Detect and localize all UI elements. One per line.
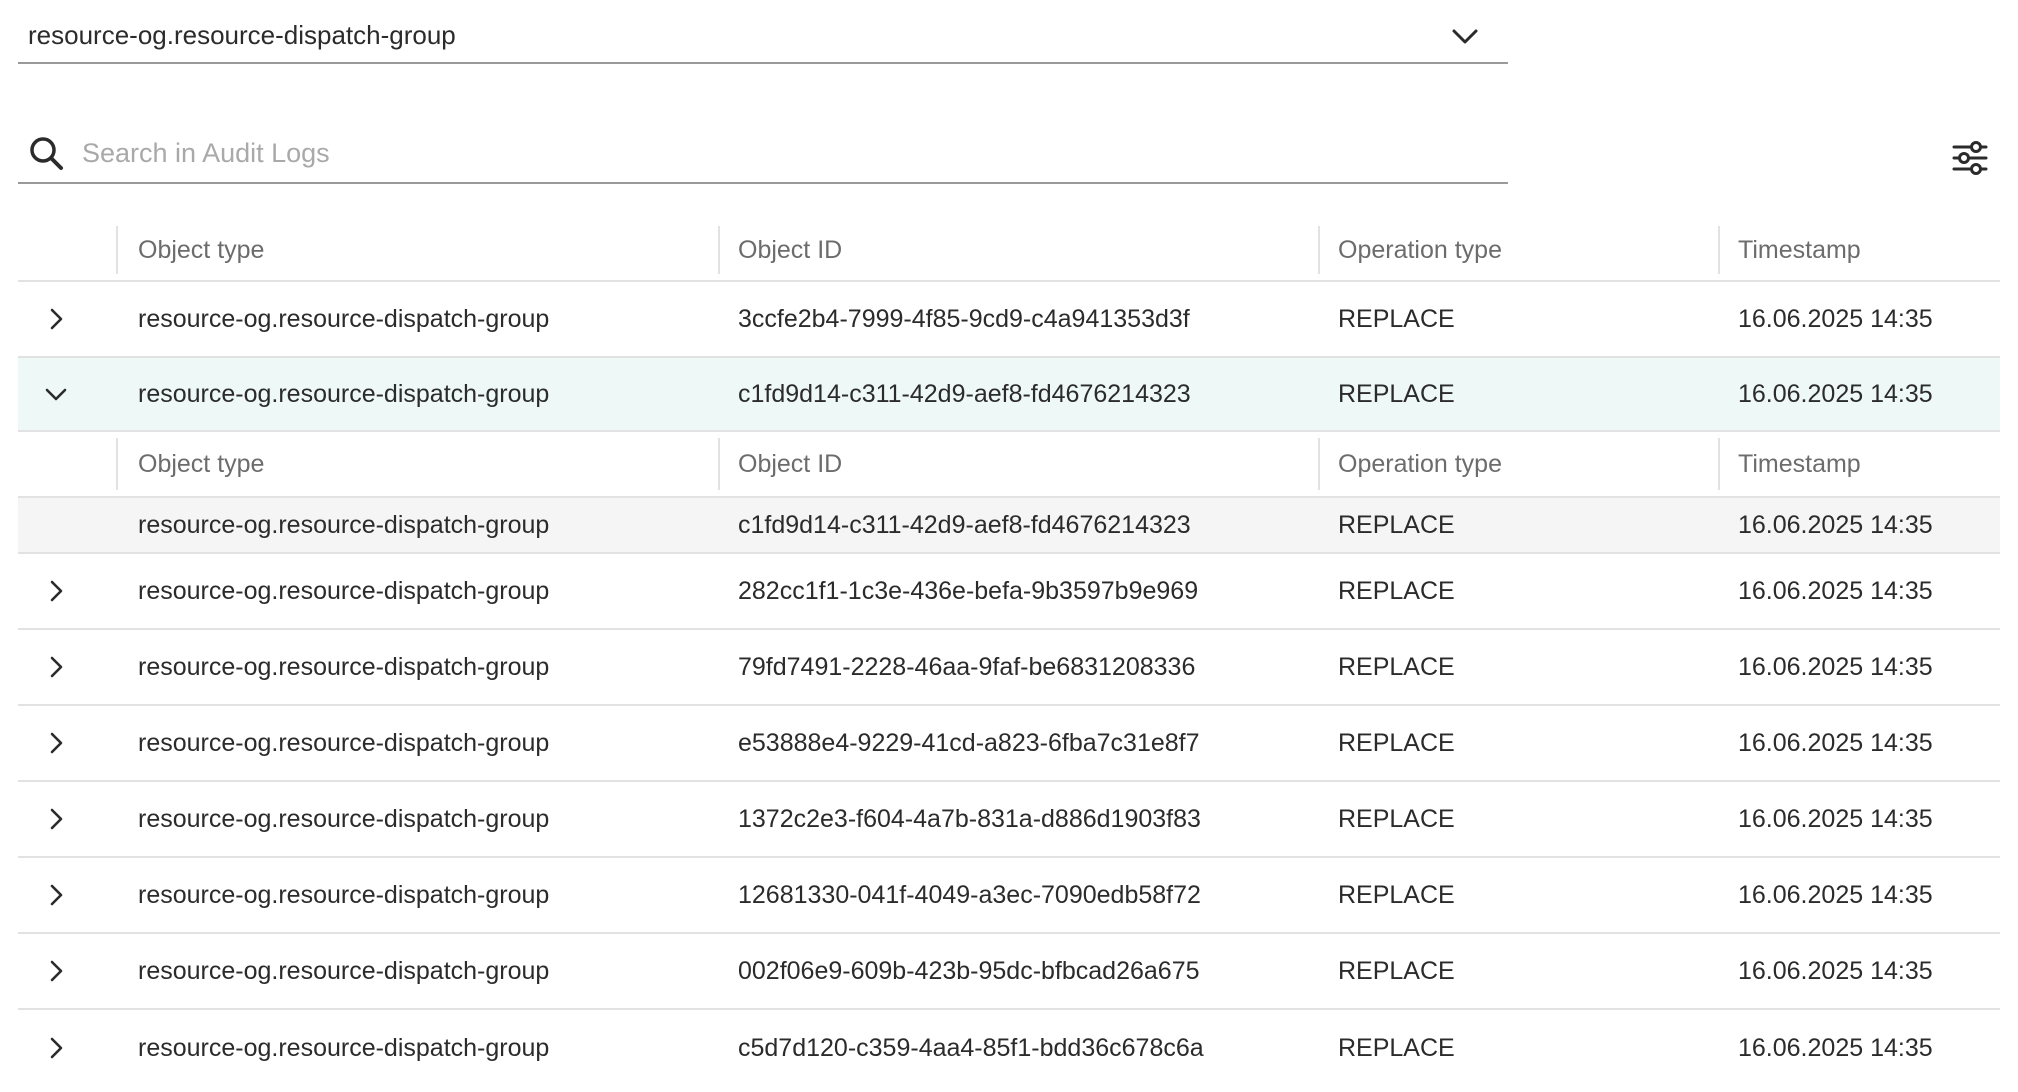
table-header: Object type Object ID Operation type Tim… <box>18 220 2000 282</box>
resource-select[interactable]: resource-og.resource-dispatch-group <box>18 8 1508 64</box>
column-divider <box>1718 226 1720 274</box>
cell-operation-type: REPLACE <box>1338 880 1455 909</box>
cell-object-id: c5d7d120-c359-4aa4-85f1-bdd36c678c6a <box>738 1033 1204 1062</box>
detail-column-header-object-type: Object type <box>138 449 265 478</box>
cell-timestamp: 16.06.2025 14:35 <box>1738 576 1933 605</box>
cell-timestamp: 16.06.2025 14:35 <box>1738 880 1933 909</box>
cell-timestamp: 16.06.2025 14:35 <box>1738 804 1933 833</box>
table-row-expanded[interactable]: resource-og.resource-dispatch-group c1fd… <box>18 358 2000 432</box>
cell-operation-type: REPLACE <box>1338 1033 1455 1062</box>
detail-cell-timestamp: 16.06.2025 14:35 <box>1738 510 1933 539</box>
detail-cell-operation-type: REPLACE <box>1338 510 1455 539</box>
search-input[interactable] <box>82 128 1508 178</box>
expand-row-button[interactable] <box>40 879 72 911</box>
table-row[interactable]: resource-og.resource-dispatch-group 1372… <box>18 782 2000 858</box>
cell-timestamp: 16.06.2025 14:35 <box>1738 728 1933 757</box>
filter-button[interactable] <box>1950 138 1990 178</box>
cell-object-id: 002f06e9-609b-423b-95dc-bfbcad26a675 <box>738 956 1200 985</box>
cell-timestamp: 16.06.2025 14:35 <box>1738 379 1933 408</box>
column-header-object-type[interactable]: Object type <box>138 236 264 265</box>
cell-object-id: 79fd7491-2228-46aa-9faf-be6831208336 <box>738 652 1196 681</box>
expand-row-button[interactable] <box>40 651 72 683</box>
sliders-icon <box>1952 141 1988 175</box>
expand-row-button[interactable] <box>40 803 72 835</box>
cell-object-type: resource-og.resource-dispatch-group <box>138 379 550 408</box>
search-icon <box>30 137 63 170</box>
detail-column-header-timestamp: Timestamp <box>1738 449 1861 478</box>
cell-object-type: resource-og.resource-dispatch-group <box>138 804 550 833</box>
cell-object-type: resource-og.resource-dispatch-group <box>138 880 550 909</box>
column-divider <box>116 226 118 274</box>
chevron-right-icon <box>50 960 63 982</box>
chevron-down-icon <box>1452 29 1478 44</box>
cell-timestamp: 16.06.2025 14:35 <box>1738 956 1933 985</box>
chevron-right-icon <box>50 808 63 830</box>
table-row[interactable]: resource-og.resource-dispatch-group 79fd… <box>18 630 2000 706</box>
chevron-right-icon <box>50 732 63 754</box>
table-row[interactable]: resource-og.resource-dispatch-group c5d7… <box>18 1010 2000 1086</box>
cell-object-id: e53888e4-9229-41cd-a823-6fba7c31e8f7 <box>738 728 1200 757</box>
cell-timestamp: 16.06.2025 14:35 <box>1738 652 1933 681</box>
chevron-right-icon <box>50 884 63 906</box>
column-divider <box>116 438 118 490</box>
detail-column-header-object-id: Object ID <box>738 449 843 478</box>
detail-column-header-operation-type: Operation type <box>1338 449 1502 478</box>
cell-operation-type: REPLACE <box>1338 379 1455 408</box>
table-row[interactable]: resource-og.resource-dispatch-group 002f… <box>18 934 2000 1010</box>
table-row[interactable]: resource-og.resource-dispatch-group 3ccf… <box>18 282 2000 358</box>
cell-operation-type: REPLACE <box>1338 304 1455 333</box>
cell-object-type: resource-og.resource-dispatch-group <box>138 956 550 985</box>
detail-cell-object-id: c1fd9d14-c311-42d9-aef8-fd4676214323 <box>738 510 1191 539</box>
expand-row-button[interactable] <box>40 955 72 987</box>
expand-row-button[interactable] <box>40 1032 72 1064</box>
expand-row-button[interactable] <box>40 727 72 759</box>
expand-row-button[interactable] <box>40 575 72 607</box>
cell-timestamp: 16.06.2025 14:35 <box>1738 1033 1933 1062</box>
chevron-right-icon <box>50 656 63 678</box>
cell-operation-type: REPLACE <box>1338 728 1455 757</box>
cell-object-id: 282cc1f1-1c3e-436e-befa-9b3597b9e969 <box>738 576 1199 605</box>
column-divider <box>1318 226 1320 274</box>
table-row[interactable]: resource-og.resource-dispatch-group e538… <box>18 706 2000 782</box>
chevron-right-icon <box>50 1037 63 1059</box>
expand-row-button[interactable] <box>40 303 72 335</box>
cell-operation-type: REPLACE <box>1338 576 1455 605</box>
cell-object-id: 1372c2e3-f604-4a7b-831a-d886d1903f83 <box>738 804 1201 833</box>
chevron-right-icon <box>50 308 63 330</box>
column-header-object-id[interactable]: Object ID <box>738 236 842 265</box>
column-header-operation-type[interactable]: Operation type <box>1338 236 1502 265</box>
audit-log-table: Object type Object ID Operation type Tim… <box>18 220 2000 1086</box>
search-bar <box>18 124 1508 184</box>
column-divider <box>718 226 720 274</box>
cell-operation-type: REPLACE <box>1338 652 1455 681</box>
column-header-timestamp[interactable]: Timestamp <box>1738 236 1861 265</box>
detail-cell-object-type: resource-og.resource-dispatch-group <box>138 510 550 539</box>
table-row[interactable]: resource-og.resource-dispatch-group 1268… <box>18 858 2000 934</box>
column-divider <box>1318 438 1320 490</box>
collapse-row-button[interactable] <box>40 378 72 410</box>
cell-object-type: resource-og.resource-dispatch-group <box>138 1033 550 1062</box>
table-row[interactable]: resource-og.resource-dispatch-group 282c… <box>18 554 2000 630</box>
resource-select-value: resource-og.resource-dispatch-group <box>28 19 456 50</box>
cell-object-type: resource-og.resource-dispatch-group <box>138 652 550 681</box>
cell-operation-type: REPLACE <box>1338 956 1455 985</box>
cell-object-type: resource-og.resource-dispatch-group <box>138 304 550 333</box>
column-divider <box>718 438 720 490</box>
chevron-down-icon <box>45 388 67 401</box>
detail-row: resource-og.resource-dispatch-group c1fd… <box>18 498 2000 554</box>
cell-object-id: 12681330-041f-4049-a3ec-7090edb58f72 <box>738 880 1201 909</box>
cell-operation-type: REPLACE <box>1338 804 1455 833</box>
cell-object-type: resource-og.resource-dispatch-group <box>138 728 550 757</box>
column-divider <box>1718 438 1720 490</box>
detail-table-header: Object type Object ID Operation type Tim… <box>18 432 2000 498</box>
cell-object-type: resource-og.resource-dispatch-group <box>138 576 550 605</box>
cell-object-id: c1fd9d14-c311-42d9-aef8-fd4676214323 <box>738 379 1191 408</box>
cell-timestamp: 16.06.2025 14:35 <box>1738 304 1933 333</box>
chevron-right-icon <box>50 580 63 602</box>
cell-object-id: 3ccfe2b4-7999-4f85-9cd9-c4a941353d3f <box>738 304 1190 333</box>
